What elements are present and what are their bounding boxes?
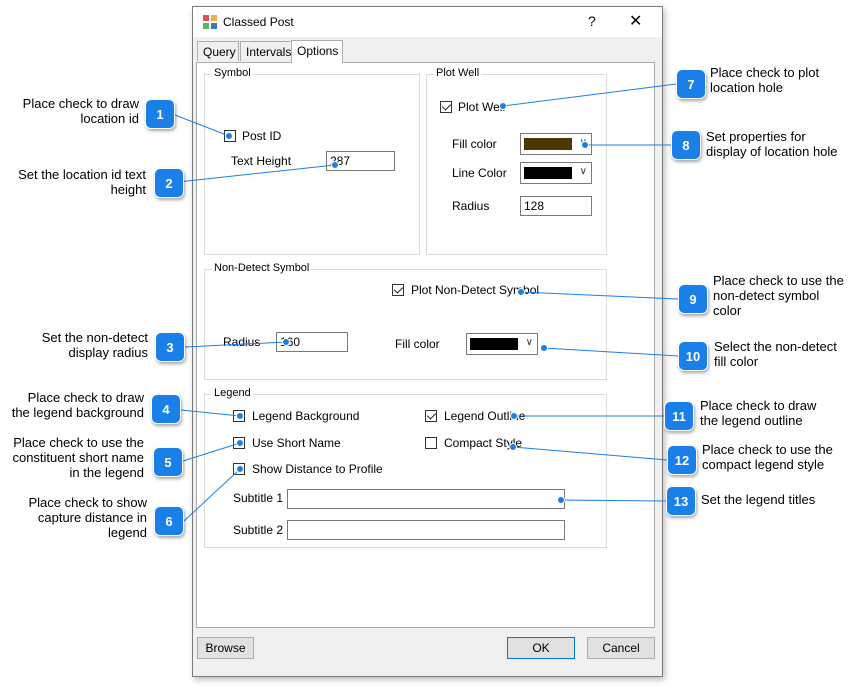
callout-note-13: Set the legend titles	[701, 492, 816, 507]
tab-options[interactable]: Options	[291, 40, 343, 63]
well-line-color-swatch	[524, 167, 572, 179]
callout-note-11: Place check to draw the legend outline	[700, 398, 817, 428]
legend-outline-label: Legend Outline	[444, 409, 526, 423]
app-grid-icon	[203, 15, 217, 29]
cancel-button[interactable]: Cancel	[587, 637, 655, 659]
callout-badge-4: 4	[151, 394, 181, 424]
plot-well-group-title: Plot Well	[434, 67, 482, 79]
well-fill-color-combo[interactable]: ∨	[520, 133, 592, 155]
symbol-group-title: Symbol	[212, 67, 253, 79]
callout-note-2: Set the location id text height	[18, 167, 146, 197]
non-detect-radius-input[interactable]: 160	[276, 332, 348, 352]
callout-note-6: Place check to show capture distance in …	[28, 495, 147, 540]
show-distance-checkbox[interactable]	[233, 463, 245, 475]
fill-color-label: Fill color	[452, 137, 497, 151]
compact-style-checkbox[interactable]	[425, 437, 437, 449]
subtitle2-label: Subtitle 2	[233, 523, 284, 537]
ok-button[interactable]: OK	[507, 637, 575, 659]
callout-badge-13: 13	[666, 486, 696, 516]
tab-query[interactable]: Query	[197, 41, 239, 61]
legend-background-label: Legend Background	[252, 409, 360, 423]
post-id-checkbox[interactable]	[224, 130, 236, 142]
callout-badge-9: 9	[678, 284, 708, 314]
show-distance-label: Show Distance to Profile	[252, 462, 383, 476]
callout-badge-6: 6	[154, 506, 184, 536]
chevron-down-icon: ∨	[579, 137, 587, 148]
legend-background-checkbox[interactable]	[233, 410, 245, 422]
use-short-name-checkbox[interactable]	[233, 437, 245, 449]
callout-badge-11: 11	[664, 401, 694, 431]
line-color-label: Line Color	[452, 166, 507, 180]
subtitle1-label: Subtitle 1	[233, 491, 284, 505]
non-detect-fill-label: Fill color	[395, 337, 440, 351]
callout-badge-2: 2	[154, 168, 184, 198]
non-detect-radius-label: Radius	[223, 335, 261, 349]
well-line-color-combo[interactable]: ∨	[520, 162, 592, 184]
chevron-down-icon: ∨	[525, 337, 533, 348]
compact-style-label: Compact Style	[444, 436, 523, 450]
plot-non-detect-checkbox[interactable]	[392, 284, 404, 296]
callout-note-7: Place check to plot location hole	[710, 65, 820, 95]
callout-badge-10: 10	[678, 341, 708, 371]
callout-note-3: Set the non-detect display radius	[41, 330, 148, 360]
post-id-label: Post ID	[242, 129, 282, 143]
legend-group-title: Legend	[212, 387, 253, 399]
use-short-name-label: Use Short Name	[252, 436, 341, 450]
callout-badge-3: 3	[155, 332, 185, 362]
plot-non-detect-label: Plot Non-Detect Symbol	[411, 283, 540, 297]
plot-well-checkbox[interactable]	[440, 101, 452, 113]
callout-note-12: Place check to use the compact legend st…	[702, 442, 833, 472]
tab-intervals[interactable]: Intervals	[240, 41, 292, 61]
non-detect-fill-swatch	[470, 338, 518, 350]
close-button[interactable]: ✕	[629, 11, 642, 31]
callout-badge-8: 8	[671, 130, 701, 160]
callout-badge-7: 7	[676, 69, 706, 99]
subtitle2-input[interactable]	[287, 520, 565, 540]
browse-button[interactable]: Browse	[197, 637, 254, 659]
chevron-down-icon: ∨	[579, 166, 587, 177]
callout-note-1: Place check to draw location id	[22, 96, 139, 126]
callout-note-9: Place check to use the non-detect symbol…	[713, 273, 844, 318]
well-fill-color-swatch	[524, 138, 572, 150]
subtitle1-input[interactable]	[287, 489, 565, 509]
title-bar: Classed Post ? ✕	[193, 7, 662, 37]
legend-outline-checkbox[interactable]	[425, 410, 437, 422]
non-detect-group-title: Non-Detect Symbol	[212, 262, 312, 274]
plot-well-label: Plot Well	[458, 100, 506, 114]
non-detect-group: Non-Detect Symbol	[204, 262, 607, 380]
well-radius-input[interactable]: 128	[520, 196, 592, 216]
callout-note-10: Select the non-detect fill color	[714, 339, 837, 369]
help-button[interactable]: ?	[588, 13, 596, 29]
radius-label: Radius	[452, 199, 490, 213]
callout-note-8: Set properties for display of location h…	[706, 129, 838, 159]
callout-note-4: Place check to draw the legend backgroun…	[11, 390, 144, 420]
callout-badge-5: 5	[153, 447, 183, 477]
text-height-input[interactable]: 287	[326, 151, 395, 171]
callout-badge-12: 12	[667, 445, 697, 475]
callout-note-5: Place check to use the constituent short…	[12, 435, 144, 480]
dialog-title: Classed Post	[223, 15, 294, 29]
text-height-label: Text Height	[231, 154, 292, 168]
non-detect-fill-combo[interactable]: ∨	[466, 333, 538, 355]
callout-badge-1: 1	[145, 99, 175, 129]
